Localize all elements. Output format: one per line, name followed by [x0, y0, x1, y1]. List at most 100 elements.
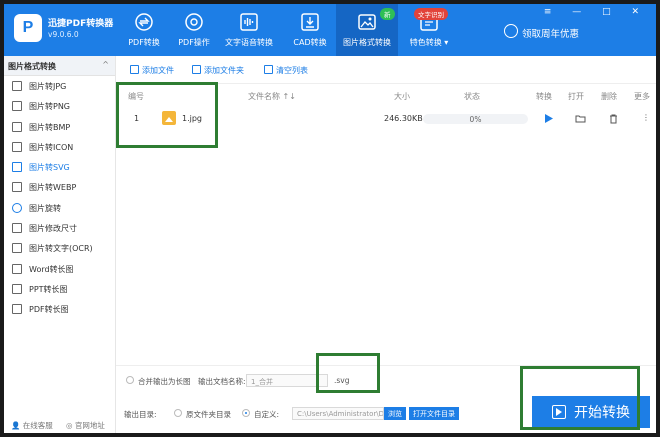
image-file-icon — [12, 81, 22, 91]
top-nav-bar: P 迅捷PDF转换器 v9.0.6.0 PDF转换 PDF操作 文字语音转换 C… — [4, 4, 656, 56]
col-delete: 删除 — [601, 92, 617, 101]
custom-folder-label: 自定义: — [254, 410, 280, 419]
sidebar-item-image-ocr[interactable]: 图片转文字(OCR) — [4, 238, 115, 258]
image-file-icon — [12, 182, 22, 193]
col-convert: 转换 — [536, 92, 552, 101]
add-folder-button[interactable]: 添加文件夹 — [192, 65, 244, 76]
sidebar-item-pdf-long-image[interactable]: PDF转长图 — [4, 299, 115, 319]
sidebar-item-ppt-long-image[interactable]: PPT转长图 — [4, 279, 115, 299]
col-size: 大小 — [394, 92, 410, 101]
new-badge: 新 — [380, 8, 395, 20]
sidebar-item-image-to-webp[interactable]: 图片转WEBP — [4, 177, 115, 197]
col-status: 状态 — [464, 92, 480, 101]
clear-list-button[interactable]: 清空列表 — [264, 65, 308, 76]
logo-letter: P — [22, 19, 34, 36]
output-path-input[interactable]: C:\Users\Administrator\De — [292, 407, 384, 420]
start-convert-button[interactable]: 开始转换 — [532, 396, 650, 428]
sidebar-header[interactable]: 图片格式转换 ^ — [4, 56, 115, 76]
col-open: 打开 — [568, 92, 584, 101]
app-title: 迅捷PDF转换器 — [48, 19, 114, 29]
nav-text-speech[interactable]: 文字语音转换 — [218, 4, 280, 56]
original-folder-label: 原文件夹目录 — [186, 410, 231, 419]
browse-button[interactable]: 浏览 — [384, 407, 406, 420]
image-thumbnail-icon — [162, 111, 176, 125]
sidebar-item-image-to-icon[interactable]: 图片转ICON — [4, 137, 115, 157]
nav-pdf-operate[interactable]: PDF操作 — [168, 4, 220, 56]
more-icon[interactable]: ⋮ — [642, 113, 650, 122]
dropdown-caret-icon: ▾ — [444, 38, 449, 47]
col-index: 编号 — [128, 92, 144, 101]
add-file-icon — [130, 65, 139, 74]
file-toolbar: 添加文件 添加文件夹 清空列表 — [116, 56, 656, 84]
sidebar: 图片格式转换 ^ 图片转JPG 图片转PNG 图片转BMP 图片转ICON 图片… — [4, 56, 116, 433]
nav-label: PDF转换 — [128, 38, 160, 47]
sidebar-item-label: 图片转JPG — [29, 82, 67, 91]
window-controls[interactable]: ≡ — □ ✕ — [544, 7, 648, 17]
custom-folder-radio[interactable] — [242, 409, 250, 417]
resize-icon — [12, 223, 22, 234]
sidebar-item-label: 图片转BMP — [29, 122, 71, 132]
play-icon — [552, 405, 566, 419]
sidebar-item-label: PPT转长图 — [29, 284, 68, 294]
extension-label: .svg — [334, 376, 350, 385]
pdf-operate-icon — [185, 13, 203, 31]
start-convert-label: 开始转换 — [574, 405, 630, 421]
sidebar-item-label: 图片转ICON — [29, 142, 74, 152]
sidebar-item-image-to-jpg[interactable]: 图片转JPG — [4, 76, 115, 96]
sidebar-item-image-resize[interactable]: 图片修改尺寸 — [4, 218, 115, 238]
app-logo: P — [14, 14, 42, 42]
sidebar-item-label: 图片修改尺寸 — [29, 224, 77, 234]
sidebar-item-label: Word转长图 — [29, 264, 74, 274]
sidebar-item-label: 图片转WEBP — [29, 183, 77, 193]
sidebar-item-image-to-bmp[interactable]: 图片转BMP — [4, 117, 115, 137]
nav-cad-convert[interactable]: CAD转换 — [284, 4, 336, 56]
pdf-convert-icon — [135, 13, 153, 31]
online-service-link[interactable]: 👤 在线客服 — [11, 420, 53, 431]
pdf-file-icon — [12, 304, 22, 315]
sidebar-item-label: 图片转文字(OCR) — [29, 244, 93, 254]
sidebar-item-image-to-png[interactable]: 图片转PNG — [4, 96, 115, 116]
website-link[interactable]: ◎ 官网地址 — [66, 420, 105, 431]
app-window: P 迅捷PDF转换器 v9.0.6.0 PDF转换 PDF操作 文字语音转换 C… — [4, 4, 656, 433]
word-file-icon — [12, 263, 22, 274]
open-folder-button[interactable]: 打开文件目录 — [409, 407, 459, 420]
sidebar-item-image-rotate[interactable]: 图片旋转 — [4, 198, 115, 218]
col-filename[interactable]: 文件名称 ↑↓ — [248, 91, 296, 102]
image-file-icon — [12, 141, 22, 152]
row-filename: 1.jpg — [182, 114, 203, 123]
progress-text: 0% — [469, 115, 482, 124]
app-version: v9.0.6.0 — [48, 30, 79, 39]
ocr-icon — [12, 243, 22, 254]
audio-wave-icon — [240, 13, 258, 31]
row-size: 246.30KB — [384, 114, 423, 123]
row-index: 1 — [134, 114, 140, 123]
sidebar-item-label: PDF转长图 — [29, 305, 69, 315]
play-icon[interactable] — [543, 113, 554, 124]
merge-label: 合并输出为长图 — [138, 377, 191, 386]
nav-label: 文字语音转换 — [225, 38, 273, 47]
original-folder-radio[interactable] — [174, 409, 182, 417]
options-bar: 合并输出为长图 输出文档名称: 1_合并 .svg — [116, 365, 656, 393]
ppt-file-icon — [12, 283, 22, 294]
add-file-button[interactable]: 添加文件 — [130, 65, 174, 76]
promo-link[interactable]: 领取周年优惠 — [522, 26, 579, 40]
folder-icon[interactable] — [575, 113, 586, 124]
ocr-badge: 文字识别 — [414, 8, 448, 20]
merge-checkbox[interactable] — [126, 376, 134, 384]
table-row[interactable]: 1 1.jpg 246.30KB 0% ⋮ — [116, 106, 656, 132]
clear-list-icon — [264, 65, 273, 74]
output-name-input[interactable]: 1_合并 — [246, 374, 328, 387]
sidebar-item-label: 图片转PNG — [29, 102, 71, 112]
collapse-caret-icon[interactable]: ^ — [102, 60, 109, 69]
image-icon — [358, 14, 376, 30]
nav-pdf-convert[interactable]: PDF转换 — [118, 4, 170, 56]
cad-icon — [301, 13, 319, 31]
image-file-icon — [12, 162, 22, 173]
rotate-icon — [12, 202, 22, 213]
progress-bar: 0% — [423, 114, 528, 124]
trash-icon[interactable] — [608, 113, 619, 124]
sidebar-item-word-long-image[interactable]: Word转长图 — [4, 259, 115, 279]
sidebar-item-image-to-svg[interactable]: 图片转SVG — [4, 157, 115, 177]
nav-label: CAD转换 — [293, 38, 327, 47]
gift-icon — [504, 24, 518, 38]
